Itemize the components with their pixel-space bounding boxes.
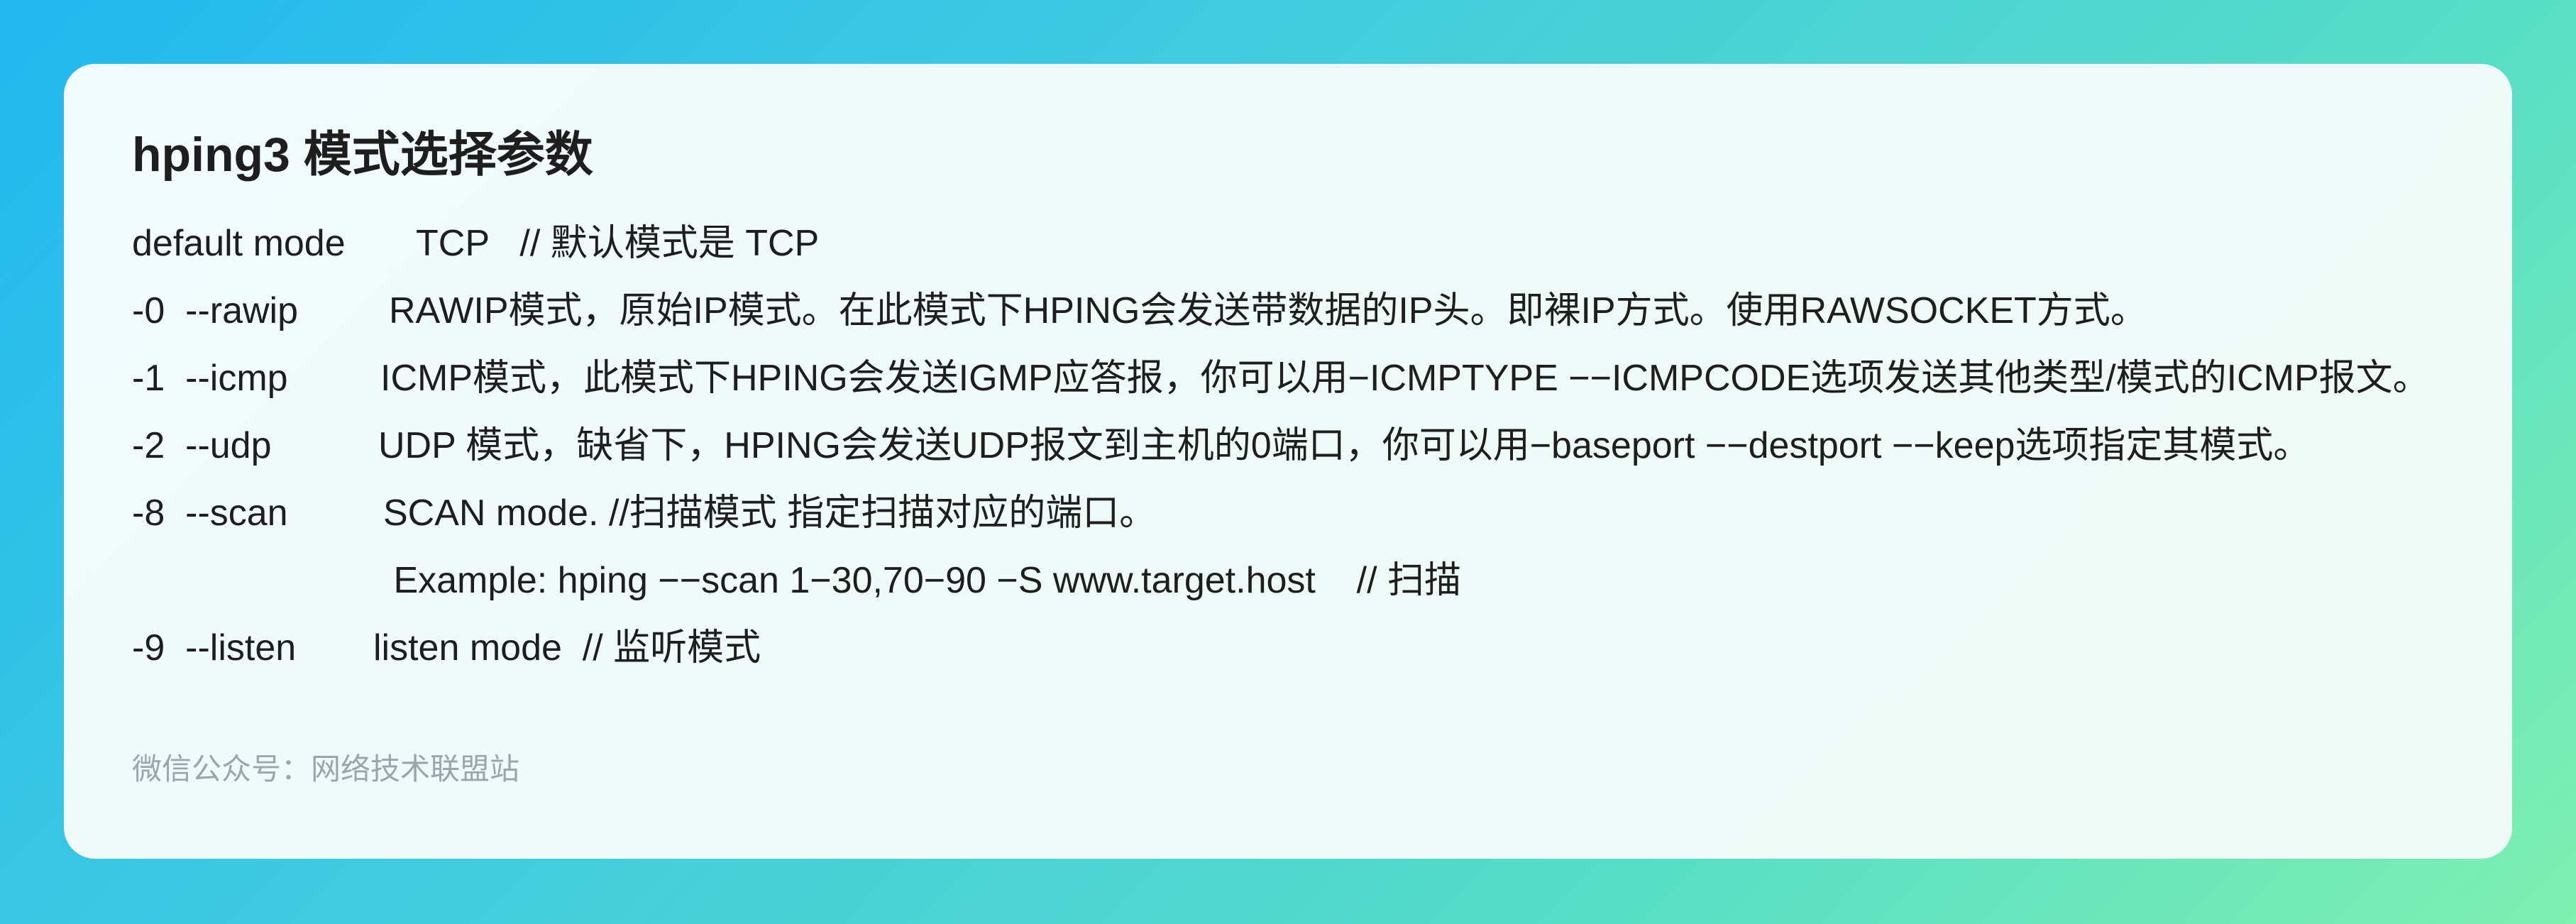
list-item: -1 --icmp ICMP模式，此模式下HPING会发送IGMP应答报，你可以… bbox=[132, 345, 2444, 412]
footer-source: 微信公众号：网络技术联盟站 bbox=[132, 752, 520, 786]
list-item: default mode TCP // 默认模式是 TCP bbox=[132, 210, 2444, 277]
option-description: RAWIP模式，原始IP模式。在此模式下HPING会发送带数据的IP头。即裸IP… bbox=[389, 290, 2147, 331]
list-item: -2 --udp UDP 模式，缺省下，HPING会发送UDP报文到主机的0端口… bbox=[132, 412, 2444, 480]
list-item: Example: hping −−scan 1−30,70−90 −S www.… bbox=[132, 547, 2444, 615]
option-name: -8 --scan bbox=[132, 492, 288, 534]
option-description: Example: hping −−scan 1−30,70−90 −S www.… bbox=[383, 559, 1461, 601]
option-description: listen mode // 监听模式 bbox=[373, 627, 761, 669]
option-name: default mode bbox=[132, 222, 346, 264]
page-title: hping3 模式选择参数 bbox=[132, 128, 593, 182]
option-name: -0 --rawip bbox=[132, 290, 299, 331]
list-item: -8 --scan SCAN mode. //扫描模式 指定扫描对应的端口。 bbox=[132, 480, 2444, 547]
option-description: TCP // 默认模式是 TCP bbox=[416, 222, 820, 264]
list-item: -0 --rawip RAWIP模式，原始IP模式。在此模式下HPING会发送带… bbox=[132, 277, 2444, 345]
list-item: -9 --listen listen mode // 监听模式 bbox=[132, 615, 2444, 682]
option-name: -2 --udp bbox=[132, 424, 272, 466]
option-description: ICMP模式，此模式下HPING会发送IGMP应答报，你可以用−ICMPTYPE… bbox=[380, 357, 2430, 399]
content-card: hping3 模式选择参数 default mode TCP // 默认模式是 … bbox=[64, 64, 2512, 859]
option-description: SCAN mode. //扫描模式 指定扫描对应的端口。 bbox=[383, 492, 1157, 534]
option-name: -1 --icmp bbox=[132, 357, 288, 399]
option-description: UDP 模式，缺省下，HPING会发送UDP报文到主机的0端口，你可以用−bas… bbox=[378, 424, 2311, 466]
option-name: -9 --listen bbox=[132, 627, 297, 669]
